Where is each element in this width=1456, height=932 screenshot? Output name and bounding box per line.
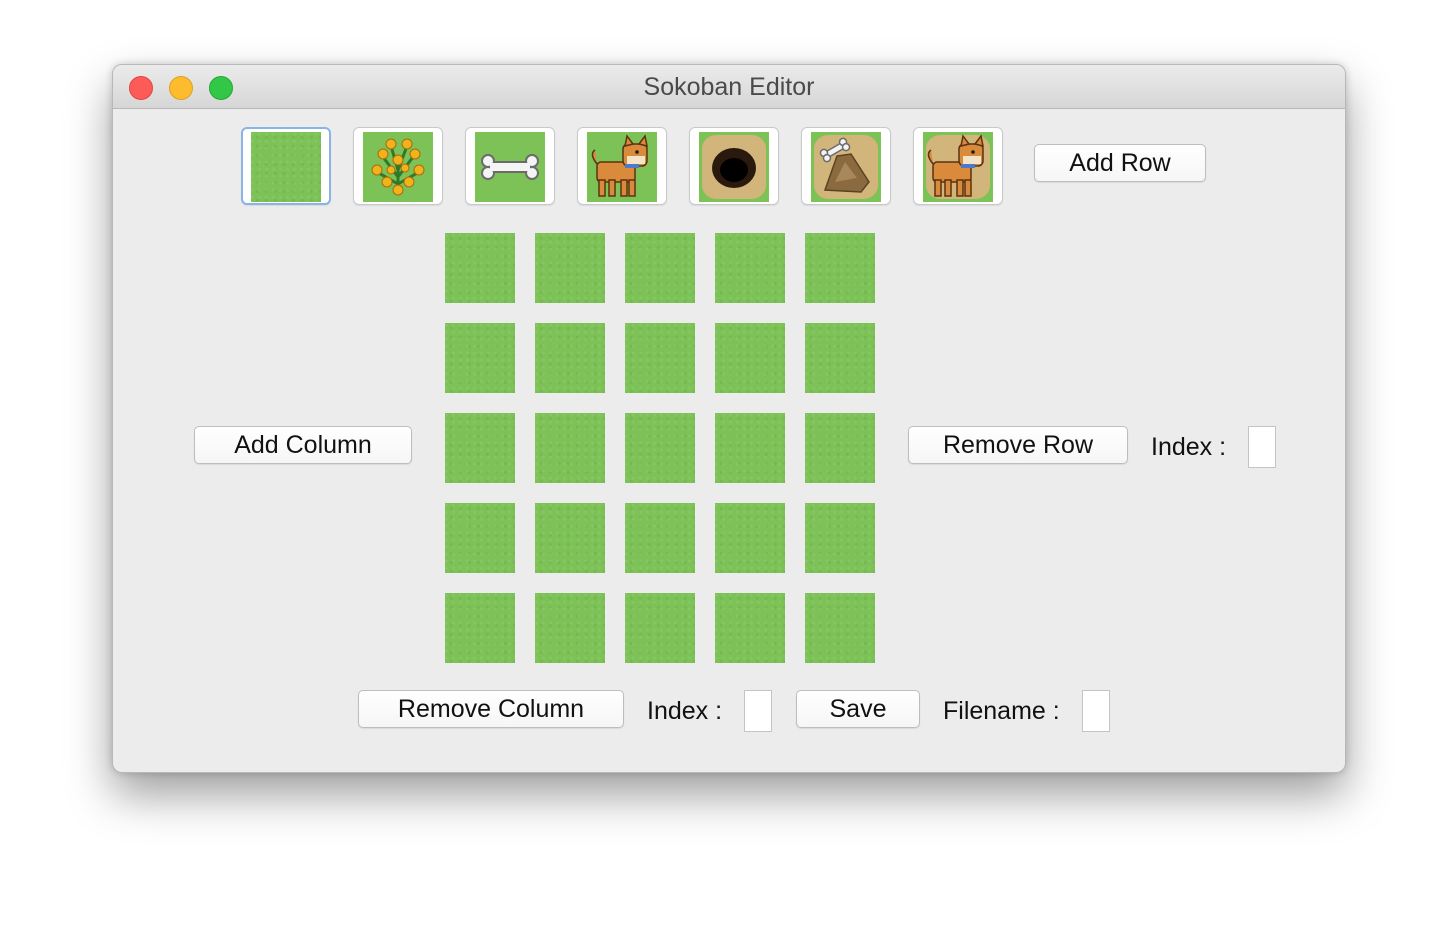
editor-content: Add Row Add Column Remove Row Index : Re… [113,109,1345,772]
palette-hole-tile[interactable] [689,127,779,205]
palette-dog-tile[interactable] [577,127,667,205]
bone-in-hole-icon [811,132,881,202]
grid-cell-r2-c2[interactable] [625,413,695,483]
grid-cell-r4-c1[interactable] [535,593,605,663]
add-row-button[interactable]: Add Row [1034,144,1206,182]
column-index-field[interactable] [744,690,772,732]
row-index-field[interactable] [1248,426,1276,468]
grid-cell-r0-c2[interactable] [625,233,695,303]
palette-grass-tile[interactable] [241,127,331,205]
filename-label: Filename : [943,697,1060,725]
palette-bush-tile[interactable] [353,127,443,205]
grid-cell-r0-c3[interactable] [715,233,785,303]
palette-bone-in-hole-tile[interactable] [801,127,891,205]
grid-cell-r4-c0[interactable] [445,593,515,663]
dog-on-sand-icon [923,132,993,202]
grid-cell-r4-c2[interactable] [625,593,695,663]
grid-cell-r1-c2[interactable] [625,323,695,393]
row-index-label: Index : [1151,433,1227,461]
grid-cell-r2-c1[interactable] [535,413,605,483]
bush-icon [363,132,433,202]
grid-cell-r0-c1[interactable] [535,233,605,303]
filename-field[interactable] [1082,690,1110,732]
grid-cell-r1-c1[interactable] [535,323,605,393]
palette-bone-tile[interactable] [465,127,555,205]
grid-cell-r3-c3[interactable] [715,503,785,573]
grid-cell-r3-c1[interactable] [535,503,605,573]
grid-cell-r0-c0[interactable] [445,233,515,303]
grass-icon [251,132,321,202]
palette-dog-on-hole-tile[interactable] [913,127,1003,205]
grid-cell-r2-c3[interactable] [715,413,785,483]
grid-cell-r4-c3[interactable] [715,593,785,663]
grid-cell-r1-c3[interactable] [715,323,785,393]
save-button[interactable]: Save [796,690,920,728]
window-title: Sokoban Editor [643,73,815,101]
grid-cell-r2-c0[interactable] [445,413,515,483]
title-bar[interactable]: Sokoban Editor [113,65,1345,109]
grid-cell-r2-c4[interactable] [805,413,875,483]
grid-cell-r3-c2[interactable] [625,503,695,573]
sokoban-editor-window: Sokoban Editor Add Row Add Column Remove… [112,64,1346,773]
grid-cell-r1-c0[interactable] [445,323,515,393]
remove-column-button[interactable]: Remove Column [358,690,624,728]
grid-cell-r4-c4[interactable] [805,593,875,663]
grid-cell-r3-c0[interactable] [445,503,515,573]
grid-cell-r1-c4[interactable] [805,323,875,393]
remove-row-button[interactable]: Remove Row [908,426,1128,464]
grid-cell-r3-c4[interactable] [805,503,875,573]
add-column-button[interactable]: Add Column [194,426,412,464]
dog-icon [587,132,657,202]
column-index-label: Index : [647,697,723,725]
bone-icon [475,132,545,202]
hole-icon [699,132,769,202]
grid-cell-r0-c4[interactable] [805,233,875,303]
